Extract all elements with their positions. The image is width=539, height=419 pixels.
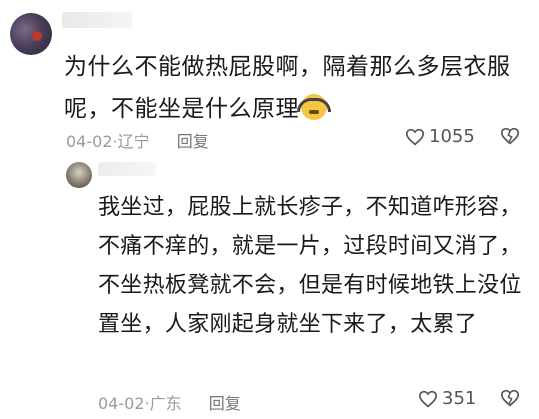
comment-date: 04-02 bbox=[98, 394, 145, 413]
avatar[interactable] bbox=[10, 13, 52, 55]
username-blurred[interactable] bbox=[98, 162, 156, 176]
username-blurred[interactable] bbox=[62, 12, 132, 28]
comment-meta: 04-02·辽宁 回复 bbox=[66, 128, 209, 152]
comment-text: 为什么不能做热屁股啊，隔着那么多层衣服呢，不能坐是什么原理 bbox=[64, 54, 511, 122]
like-count: 1055 bbox=[429, 126, 475, 147]
reply-comment-text: 我坐过，屁股上就长疹子，不知道咋形容，不痛不痒的，就是一片，过段时间又消了，不坐… bbox=[98, 195, 522, 337]
comment-location: 广东 bbox=[149, 394, 182, 413]
dislike-icon[interactable] bbox=[500, 389, 520, 407]
reply-button[interactable]: 回复 bbox=[209, 394, 241, 413]
heart-icon bbox=[418, 390, 438, 407]
avatar[interactable] bbox=[66, 162, 92, 188]
like-button[interactable]: 351 bbox=[418, 388, 476, 409]
headphone-emoji-icon bbox=[297, 94, 331, 120]
dislike-icon[interactable] bbox=[500, 127, 520, 145]
reply-button[interactable]: 回复 bbox=[177, 132, 209, 151]
heart-icon bbox=[405, 128, 425, 145]
comment-meta: 04-02·广东 回复 bbox=[98, 390, 241, 414]
comment-location: 辽宁 bbox=[117, 132, 150, 151]
like-count: 351 bbox=[442, 388, 477, 409]
comment-date: 04-02 bbox=[66, 132, 113, 151]
like-button[interactable]: 1055 bbox=[405, 126, 475, 147]
